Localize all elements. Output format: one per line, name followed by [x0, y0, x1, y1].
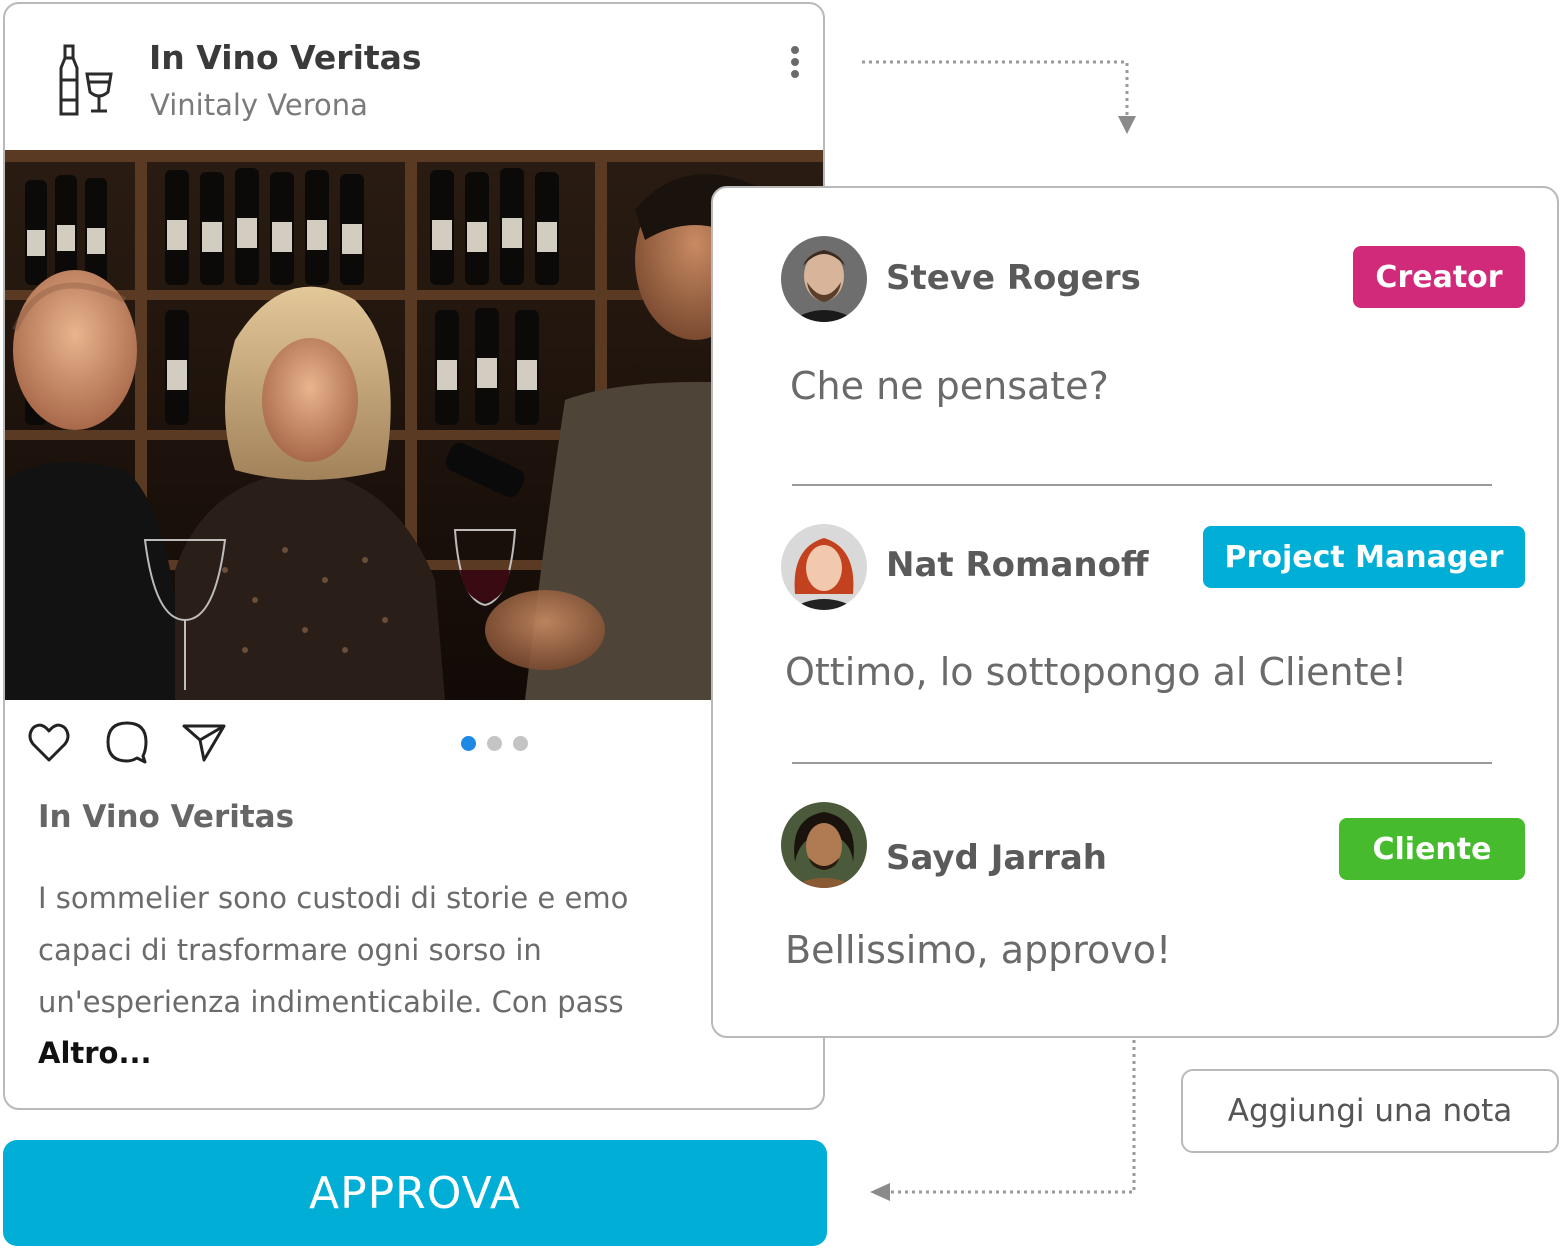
- wine-logo-icon: [59, 44, 113, 116]
- comment-author: Nat Romanoff: [886, 545, 1149, 585]
- comment-divider: [792, 762, 1492, 764]
- approve-button[interactable]: APPROVA: [3, 1140, 827, 1246]
- comment-author: Sayd Jarrah: [886, 838, 1107, 878]
- carousel-dot[interactable]: [487, 736, 502, 751]
- role-badge: Project Manager: [1203, 526, 1525, 588]
- share-icon[interactable]: [180, 718, 228, 766]
- post-actions: [5, 712, 823, 774]
- comment-author: Steve Rogers: [886, 258, 1141, 298]
- social-post-card: In Vino Veritas Vinitaly Verona In Vino …: [3, 2, 825, 1110]
- heart-icon[interactable]: [25, 718, 73, 766]
- avatar: [781, 236, 867, 322]
- carousel-indicator[interactable]: [461, 736, 528, 751]
- avatar: [781, 802, 867, 888]
- caption-line: un'esperienza indimenticabile. Con pass: [38, 985, 624, 1019]
- more-vertical-icon[interactable]: [785, 46, 805, 82]
- comment-text: Bellissimo, approvo!: [785, 928, 1172, 972]
- comment-icon[interactable]: [103, 718, 151, 766]
- post-location: Vinitaly Verona: [150, 88, 368, 122]
- comment-text: Ottimo, lo sottopongo al Cliente!: [785, 650, 1408, 694]
- caption-line: capaci di trasformare ogni sorso in: [38, 933, 542, 967]
- role-badge: Creator: [1353, 246, 1525, 308]
- caption-text: I sommelier sono custodi di storie e emo…: [38, 872, 818, 1028]
- avatar: [781, 524, 867, 610]
- wine-tasting-photo: [5, 150, 823, 700]
- carousel-dot[interactable]: [513, 736, 528, 751]
- comment-text: Che ne pensate?: [790, 364, 1109, 408]
- caption-title: In Vino Veritas: [38, 799, 295, 835]
- post-account-name: In Vino Veritas: [149, 38, 422, 77]
- caption-line: I sommelier sono custodi di storie e emo: [38, 881, 629, 915]
- post-photo: [5, 150, 823, 700]
- add-note-button[interactable]: Aggiungi una nota: [1181, 1069, 1559, 1153]
- read-more-link[interactable]: Altro...: [38, 1036, 152, 1070]
- carousel-dot[interactable]: [461, 736, 476, 751]
- comment-divider: [792, 484, 1492, 486]
- post-header: In Vino Veritas Vinitaly Verona: [5, 4, 823, 150]
- comments-panel: Steve Rogers Creator Che ne pensate? Nat…: [711, 186, 1559, 1038]
- role-badge: Cliente: [1339, 818, 1525, 880]
